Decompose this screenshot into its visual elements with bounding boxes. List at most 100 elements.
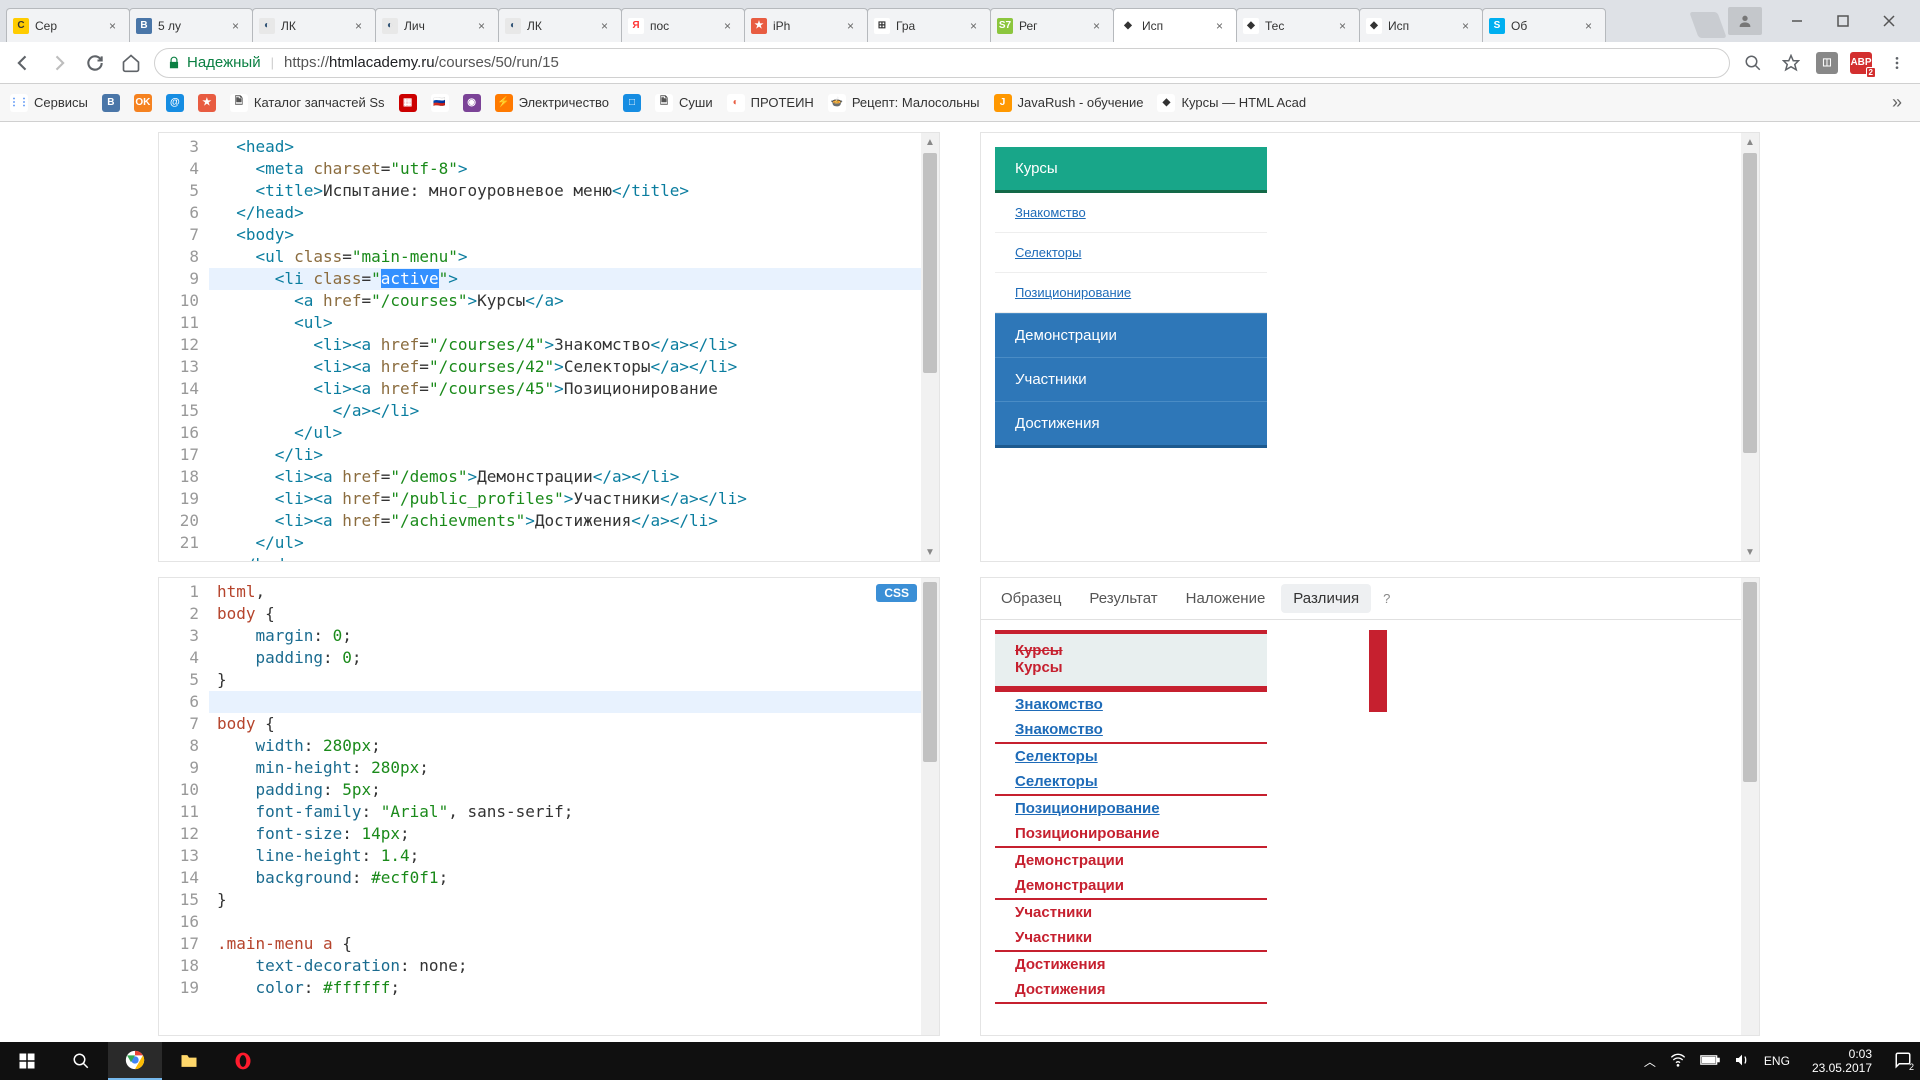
diff-tab[interactable]: Наложение [1174,584,1278,613]
adblock-icon[interactable]: ABP2 [1850,52,1872,74]
tab-title: пос [650,19,720,33]
browser-tab[interactable]: ◆Исп× [1113,8,1237,42]
new-tab-button[interactable] [1689,12,1726,38]
bookmark-item[interactable]: ⋮⋮Сервисы [10,94,88,112]
browser-tab[interactable]: S7Рег× [990,8,1114,42]
tray-wifi-icon[interactable] [1670,1052,1686,1071]
bookmark-label: ПРОТЕИН [751,95,814,110]
preview-link[interactable]: Знакомство [1015,205,1086,220]
css-code[interactable]: html, body { margin: 0; padding: 0; } bo… [209,578,921,1035]
tab-strip: ССер×B5 лу×◐ЛК×◐Лич×◐ЛК×Япос×★iPh×⊞Гра×S… [0,0,1688,42]
omnibox[interactable]: Надежный | https://htmlacademy.ru/course… [154,48,1730,78]
diff-row: Знакомство [995,717,1267,744]
maximize-button[interactable] [1820,5,1866,37]
bookmark-item[interactable]: OK [134,94,152,112]
preview-menu-item[interactable]: Демонстрации [995,313,1267,357]
bookmark-label: Сервисы [34,95,88,110]
css-scrollbar[interactable] [921,578,939,1035]
tray-notifications-icon[interactable]: 2 [1894,1051,1912,1072]
chrome-menu-button[interactable] [1884,50,1910,76]
diff-row: Позиционирование [995,821,1267,848]
preview-menu-item[interactable]: Участники [995,357,1267,401]
tab-close-icon[interactable]: × [847,19,861,33]
tab-close-icon[interactable]: × [601,19,615,33]
tab-close-icon[interactable]: × [970,19,984,33]
tray-battery-icon[interactable] [1700,1054,1720,1069]
taskbar-chrome[interactable] [108,1042,162,1080]
bookmark-item[interactable]: ◐ПРОТЕИН [727,94,814,112]
bookmark-icon: 🇷🇺 [431,94,449,112]
tray-volume-icon[interactable] [1734,1052,1750,1071]
forward-button[interactable] [46,50,72,76]
browser-tab[interactable]: SОб× [1482,8,1606,42]
browser-tab[interactable]: ◐ЛК× [498,8,622,42]
bookmark-item[interactable]: JJavaRush - обучение [994,94,1144,112]
bookmark-item[interactable]: ◉ [463,94,481,112]
browser-tab[interactable]: ◐Лич× [375,8,499,42]
tab-close-icon[interactable]: × [1462,19,1476,33]
preview-link[interactable]: Селекторы [1015,245,1081,260]
browser-tab[interactable]: ◆Исп× [1359,8,1483,42]
bookmark-item[interactable]: ★ [198,94,216,112]
tab-close-icon[interactable]: × [1585,19,1599,33]
tab-close-icon[interactable]: × [1339,19,1353,33]
tab-close-icon[interactable]: × [478,19,492,33]
tab-close-icon[interactable]: × [232,19,246,33]
browser-tab[interactable]: Япос× [621,8,745,42]
search-icon[interactable] [1740,50,1766,76]
bookmark-item[interactable]: 🗎Суши [655,94,713,112]
tab-close-icon[interactable]: × [109,19,123,33]
tab-favicon: ◆ [1243,18,1259,34]
browser-tab[interactable]: ◆Тес× [1236,8,1360,42]
extension-icon[interactable]: ◫ [1816,52,1838,74]
tab-close-icon[interactable]: × [1093,19,1107,33]
browser-tab[interactable]: ◐ЛК× [252,8,376,42]
diff-tab[interactable]: Различия [1281,584,1371,613]
diff-tab[interactable]: Образец [989,584,1073,613]
tab-close-icon[interactable]: × [724,19,738,33]
browser-tab[interactable]: ССер× [6,8,130,42]
diff-help-icon[interactable]: ? [1383,591,1390,606]
browser-tab[interactable]: ★iPh× [744,8,868,42]
tab-title: Исп [1388,19,1458,33]
preview-menu-item[interactable]: Курсы [995,147,1267,193]
minimize-button[interactable] [1774,5,1820,37]
html-scrollbar[interactable]: ▲ ▼ [921,133,939,561]
preview-link[interactable]: Позиционирование [1015,285,1131,300]
bookmark-item[interactable]: □ [623,94,641,112]
bookmark-star-icon[interactable] [1778,50,1804,76]
close-window-button[interactable] [1866,5,1912,37]
home-button[interactable] [118,50,144,76]
tab-close-icon[interactable]: × [355,19,369,33]
tray-clock[interactable]: 0:03 23.05.2017 [1804,1047,1880,1075]
taskbar-opera[interactable] [216,1042,270,1080]
preview-scrollbar[interactable]: ▲ ▼ [1741,133,1759,561]
bookmarks-overflow[interactable]: » [1884,92,1910,113]
reload-button[interactable] [82,50,108,76]
search-button[interactable] [54,1042,108,1080]
tray-chevron-icon[interactable]: ︿ [1644,1053,1656,1070]
diff-tab[interactable]: Результат [1077,584,1169,613]
browser-tab[interactable]: ⊞Гра× [867,8,991,42]
bookmark-item[interactable]: ⚡Электричество [495,94,609,112]
tab-title: 5 лу [158,19,228,33]
bookmark-item[interactable]: 🗎Каталог запчастей Ss [230,94,385,112]
html-code[interactable]: <head> <meta charset="utf-8"> <title>Исп… [209,133,921,561]
back-button[interactable] [10,50,36,76]
tab-close-icon[interactable]: × [1216,19,1230,33]
taskbar-explorer[interactable] [162,1042,216,1080]
profile-button[interactable] [1728,7,1762,35]
diff-scrollbar[interactable] [1741,578,1759,1035]
bookmark-item[interactable]: @ [166,94,184,112]
bookmark-item[interactable]: 🇷🇺 [431,94,449,112]
address-bar: Надежный | https://htmlacademy.ru/course… [0,42,1920,84]
bookmark-item[interactable]: ▦ [399,94,417,112]
bookmark-item[interactable]: B [102,94,120,112]
bookmark-item[interactable]: ◆Курсы — HTML Acad [1157,94,1306,112]
system-tray: ︿ ENG 0:03 23.05.2017 2 [1636,1047,1920,1075]
start-button[interactable] [0,1042,54,1080]
browser-tab[interactable]: B5 лу× [129,8,253,42]
tray-language[interactable]: ENG [1764,1054,1790,1068]
bookmark-item[interactable]: 🍲Рецепт: Малосольны [828,94,980,112]
preview-menu-item[interactable]: Достижения [995,401,1267,448]
